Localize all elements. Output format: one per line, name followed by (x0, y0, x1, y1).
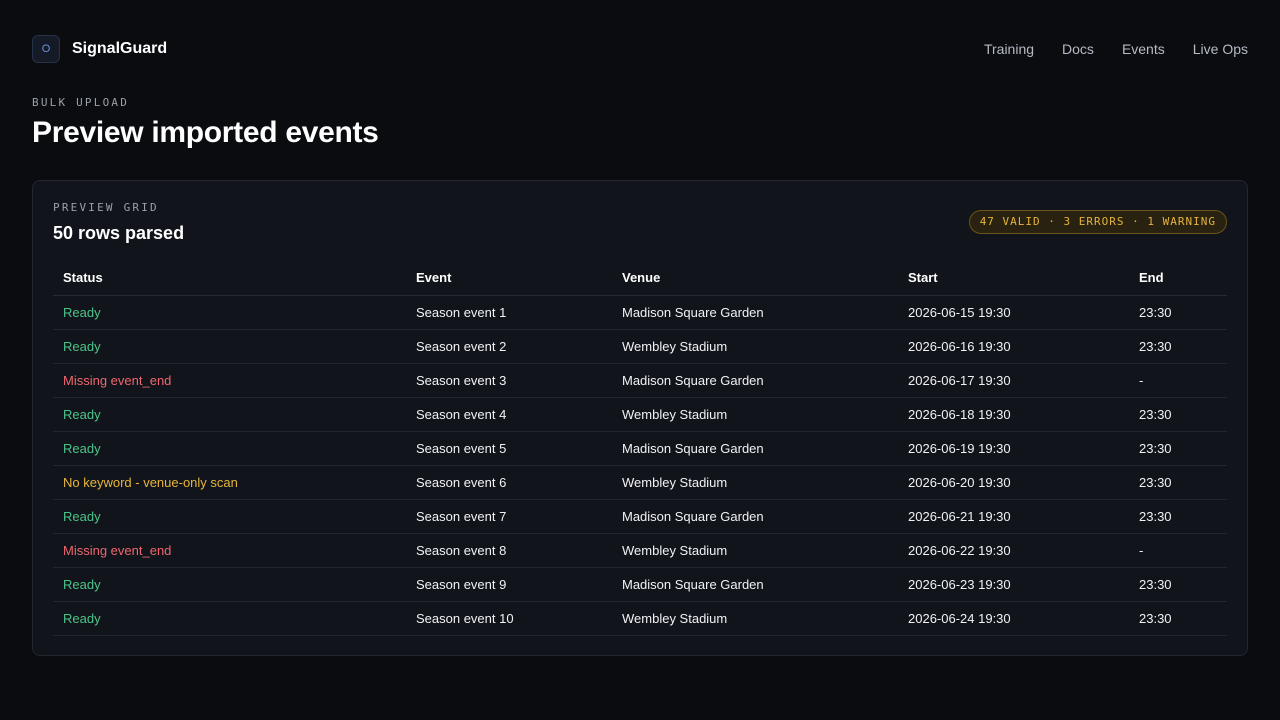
table-body: Ready Season event 1 Madison Square Garden… (53, 295, 1227, 636)
page-title: Preview imported events (32, 116, 379, 149)
event-cell: Season event 10 (406, 601, 612, 636)
start-cell: 2026-06-17 19:30 (898, 363, 1129, 398)
table-row[interactable]: Ready Season event 2 Wembley Stadium 2026-0… (53, 329, 1227, 364)
start-cell: 2026-06-23 19:30 (898, 567, 1129, 602)
status-cell: Ready (53, 329, 406, 364)
end-cell: 23:30 (1129, 295, 1227, 330)
status-cell: Missing event_end (53, 363, 406, 398)
preview-title: 50 rows parsed (53, 223, 185, 243)
table-row[interactable]: Missing event_end Season event 8 Wembley S… (53, 533, 1227, 568)
status-cell: Ready (53, 397, 406, 432)
table-row[interactable]: Ready Season event 1 Madison Square Garden… (53, 295, 1227, 330)
status-cell: No keyword - venue-only scan (53, 465, 406, 500)
venue-cell: Wembley Stadium (612, 397, 898, 432)
brand-name: SignalGuard (72, 40, 168, 57)
end-cell: 23:30 (1129, 465, 1227, 500)
venue-cell: Wembley Stadium (612, 533, 898, 568)
status-cell: Ready (53, 295, 406, 330)
venue-cell: Wembley Stadium (612, 329, 898, 364)
top-bar: O SignalGuard Training Docs Events Live … (32, 35, 1248, 63)
table-row[interactable]: Ready Season event 5 Madison Square Garden… (53, 431, 1227, 466)
venue-cell: Wembley Stadium (612, 601, 898, 636)
column-header-event: Event (406, 261, 612, 296)
preview-table: Status Event Venue Start End Ready Season… (53, 261, 1227, 636)
event-cell: Season event 6 (406, 465, 612, 500)
table-row[interactable]: Ready Season event 7 Madison Square Garden… (53, 499, 1227, 534)
venue-cell: Madison Square Garden (612, 363, 898, 398)
status-cell: Ready (53, 567, 406, 602)
table-row[interactable]: Ready Season event 9 Madison Square Garden… (53, 567, 1227, 602)
start-cell: 2026-06-21 19:30 (898, 499, 1129, 534)
table-row[interactable]: No keyword - venue-only scan Season event… (53, 465, 1227, 500)
table-header-row: Status Event Venue Start End (53, 261, 1227, 296)
nav-link-training[interactable]: Training (984, 41, 1034, 57)
start-cell: 2026-06-18 19:30 (898, 397, 1129, 432)
start-cell: 2026-06-20 19:30 (898, 465, 1129, 500)
start-cell: 2026-06-24 19:30 (898, 601, 1129, 636)
event-cell: Season event 7 (406, 499, 612, 534)
venue-cell: Madison Square Garden (612, 431, 898, 466)
end-cell: 23:30 (1129, 431, 1227, 466)
venue-cell: Wembley Stadium (612, 465, 898, 500)
page-eyebrow: BULK UPLOAD (32, 96, 130, 109)
end-cell: 23:30 (1129, 601, 1227, 636)
venue-cell: Madison Square Garden (612, 499, 898, 534)
main-nav: Training Docs Events Live Ops (984, 41, 1248, 57)
start-cell: 2026-06-16 19:30 (898, 329, 1129, 364)
end-cell: - (1129, 363, 1227, 398)
start-cell: 2026-06-15 19:30 (898, 295, 1129, 330)
brand[interactable]: O SignalGuard (32, 35, 167, 63)
venue-cell: Madison Square Garden (612, 295, 898, 330)
nav-link-docs[interactable]: Docs (1062, 41, 1094, 57)
table-row[interactable]: Ready Season event 10 Wembley Stadium 2026-… (53, 601, 1227, 636)
table-row[interactable]: Ready Season event 4 Wembley Stadium 2026-0… (53, 397, 1227, 432)
table-row[interactable]: Missing event_end Season event 3 Madison S… (53, 363, 1227, 398)
event-cell: Season event 5 (406, 431, 612, 466)
status-cell: Ready (53, 431, 406, 466)
end-cell: 23:30 (1129, 329, 1227, 364)
event-cell: Season event 3 (406, 363, 612, 398)
nav-link-events[interactable]: Events (1122, 41, 1165, 57)
event-cell: Season event 1 (406, 295, 612, 330)
event-cell: Season event 9 (406, 567, 612, 602)
column-header-venue: Venue (612, 261, 898, 296)
end-cell: 23:30 (1129, 499, 1227, 534)
column-header-start: Start (898, 261, 1129, 296)
end-cell: 23:30 (1129, 567, 1227, 602)
preview-eyebrow: PREVIEW GRID (53, 201, 159, 214)
end-cell: 23:30 (1129, 397, 1227, 432)
event-cell: Season event 2 (406, 329, 612, 364)
end-cell: - (1129, 533, 1227, 568)
status-cell: Missing event_end (53, 533, 406, 568)
status-cell: Ready (53, 499, 406, 534)
column-header-end: End (1129, 261, 1227, 296)
shield-logo-icon: O (32, 35, 60, 63)
nav-link-live-ops[interactable]: Live Ops (1193, 41, 1248, 57)
start-cell: 2026-06-19 19:30 (898, 431, 1129, 466)
validation-summary-badge: 47 VALID · 3 ERRORS · 1 WARNING (968, 210, 1227, 234)
start-cell: 2026-06-22 19:30 (898, 533, 1129, 568)
column-header-status: Status (53, 261, 406, 296)
preview-card: PREVIEW GRID 50 rows parsed 47 VALID · 3… (32, 180, 1248, 656)
event-cell: Season event 4 (406, 397, 612, 432)
status-cell: Ready (53, 601, 406, 636)
event-cell: Season event 8 (406, 533, 612, 568)
venue-cell: Madison Square Garden (612, 567, 898, 602)
